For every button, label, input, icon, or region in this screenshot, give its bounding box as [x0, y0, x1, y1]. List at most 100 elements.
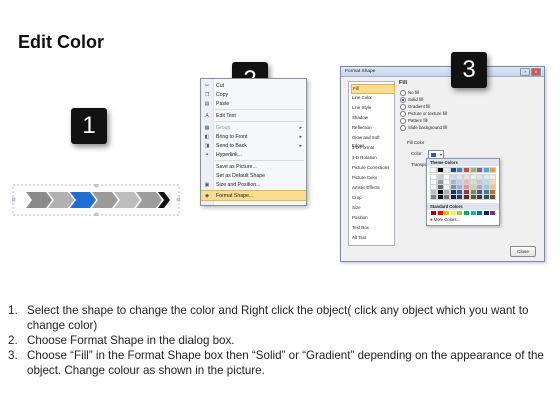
more-colors-option[interactable]: ■ More Colors...	[430, 217, 460, 222]
radio-gradient-fill[interactable]: Gradient fill	[400, 104, 430, 110]
standard-color-swatch[interactable]	[431, 211, 436, 215]
radio-dot[interactable]	[400, 90, 406, 96]
category-artistic-effects[interactable]: Artistic Effects	[351, 184, 393, 192]
theme-color-swatch[interactable]	[482, 194, 490, 200]
category-position[interactable]: Position	[351, 214, 393, 222]
theme-color-swatch[interactable]	[489, 184, 497, 190]
chevron-segment[interactable]	[26, 192, 52, 208]
standard-color-swatch[interactable]	[444, 211, 450, 215]
selection-handle[interactable]	[94, 184, 99, 188]
theme-color-swatch[interactable]	[489, 174, 497, 180]
radio-picture-texture-fill[interactable]: Picture or texture fill	[400, 111, 447, 117]
standard-color-swatch[interactable]	[470, 211, 476, 215]
theme-color-swatch[interactable]	[443, 167, 451, 173]
radio-solid-fill[interactable]: Solid fill	[400, 97, 423, 103]
theme-color-swatch[interactable]	[482, 189, 490, 195]
close-window-button[interactable]: X	[531, 68, 541, 76]
theme-color-swatch[interactable]	[469, 189, 477, 195]
menu-item-send-to-back[interactable]: ◨ Send to Back ▸	[201, 141, 306, 150]
theme-color-swatch[interactable]	[489, 167, 497, 173]
category-text-box[interactable]: Text Box	[351, 224, 393, 232]
theme-color-swatch[interactable]	[476, 189, 484, 195]
close-button[interactable]: Close	[510, 246, 536, 257]
radio-dot[interactable]	[400, 104, 406, 110]
theme-color-swatch[interactable]	[469, 179, 477, 185]
theme-color-swatch[interactable]	[449, 184, 457, 190]
standard-color-swatch[interactable]	[437, 211, 443, 215]
category-picture-corrections[interactable]: Picture Corrections	[351, 164, 393, 172]
theme-color-swatch[interactable]	[463, 194, 470, 200]
theme-color-swatch[interactable]	[430, 194, 437, 200]
theme-color-swatch[interactable]	[443, 179, 451, 185]
category-fill[interactable]: Fill	[351, 84, 395, 94]
theme-color-swatch[interactable]	[443, 189, 451, 195]
category-reflection[interactable]: Reflection	[351, 124, 393, 132]
radio-no-fill[interactable]: No fill	[400, 90, 419, 96]
category-shadow[interactable]: Shadow	[351, 114, 393, 122]
menu-item-save-as-picture[interactable]: Save as Picture...	[201, 162, 306, 171]
radio-dot-checked[interactable]	[400, 97, 406, 103]
theme-color-swatch[interactable]	[449, 189, 457, 195]
theme-color-swatch[interactable]	[469, 194, 477, 200]
theme-color-swatch[interactable]	[443, 194, 451, 200]
menu-item-bring-to-front[interactable]: ◧ Bring to Front ▸	[201, 132, 306, 141]
theme-color-swatch[interactable]	[489, 194, 497, 200]
category-3d-rotation[interactable]: 3-D Rotation	[351, 154, 393, 162]
selection-handle[interactable]	[176, 197, 181, 202]
menu-item-size-and-position[interactable]: ▣ Size and Position...	[201, 180, 306, 189]
theme-color-swatch[interactable]	[456, 194, 464, 200]
selection-handle[interactable]	[94, 212, 99, 216]
category-alt-text[interactable]: Alt Text	[351, 234, 393, 242]
theme-color-swatch[interactable]	[463, 179, 470, 185]
theme-color-swatch[interactable]	[443, 184, 451, 190]
category-size[interactable]: Size	[351, 204, 393, 212]
theme-color-swatch[interactable]	[436, 189, 444, 195]
theme-color-swatch[interactable]	[430, 174, 437, 180]
theme-color-swatch[interactable]	[456, 184, 464, 190]
theme-color-swatch[interactable]	[469, 174, 477, 180]
standard-color-swatch[interactable]	[483, 211, 489, 215]
standard-color-swatch[interactable]	[450, 211, 456, 215]
theme-color-swatch[interactable]	[430, 167, 437, 173]
theme-color-swatch[interactable]	[482, 184, 490, 190]
menu-item-group[interactable]: ▦ Group ▸	[201, 123, 306, 132]
theme-color-swatch[interactable]	[476, 174, 484, 180]
menu-item-hyperlink[interactable]: ⚭ Hyperlink...	[201, 150, 306, 159]
theme-color-swatch[interactable]	[430, 189, 437, 195]
theme-color-swatch[interactable]	[463, 167, 470, 173]
menu-item-copy[interactable]: ❐ Copy	[201, 90, 306, 99]
theme-color-swatch[interactable]	[436, 194, 444, 200]
category-line-style[interactable]: Line Style	[351, 104, 393, 112]
theme-color-swatch[interactable]	[449, 167, 457, 173]
theme-color-swatch[interactable]	[456, 174, 464, 180]
radio-slide-background-fill[interactable]: Slide background fill	[400, 125, 447, 131]
theme-color-swatch[interactable]	[469, 184, 477, 190]
theme-color-swatch[interactable]	[476, 184, 484, 190]
menu-item-set-default-shape[interactable]: Set as Default Shape	[201, 171, 306, 180]
theme-color-swatch[interactable]	[456, 167, 464, 173]
theme-color-swatch[interactable]	[482, 179, 490, 185]
theme-color-swatch[interactable]	[436, 179, 444, 185]
chevron-shape-row[interactable]	[12, 184, 182, 216]
theme-color-swatch[interactable]	[482, 167, 490, 173]
theme-color-swatch[interactable]	[449, 194, 457, 200]
standard-color-swatch[interactable]	[464, 211, 469, 215]
theme-color-swatch[interactable]	[443, 174, 451, 180]
radio-dot[interactable]	[400, 118, 406, 124]
selection-handle[interactable]	[12, 197, 16, 202]
theme-color-swatch[interactable]	[489, 189, 497, 195]
theme-color-swatch[interactable]	[456, 179, 464, 185]
theme-color-swatch[interactable]	[463, 174, 470, 180]
theme-color-swatch[interactable]	[449, 174, 457, 180]
category-glow-soft-edges[interactable]: Glow and Soft Edges	[351, 134, 393, 148]
standard-color-swatch[interactable]	[457, 211, 463, 215]
category-crop[interactable]: Crop	[351, 194, 393, 202]
theme-color-swatch[interactable]	[489, 179, 497, 185]
theme-color-swatch[interactable]	[449, 179, 457, 185]
menu-item-edit-text[interactable]: A Edit Text	[201, 111, 306, 120]
theme-color-swatch[interactable]	[463, 189, 470, 195]
theme-color-swatch[interactable]	[476, 194, 484, 200]
theme-color-swatch[interactable]	[476, 167, 484, 173]
menu-item-format-shape[interactable]: ◆ Format Shape...	[201, 190, 306, 201]
menu-item-cut[interactable]: ✂ Cut	[201, 81, 306, 90]
